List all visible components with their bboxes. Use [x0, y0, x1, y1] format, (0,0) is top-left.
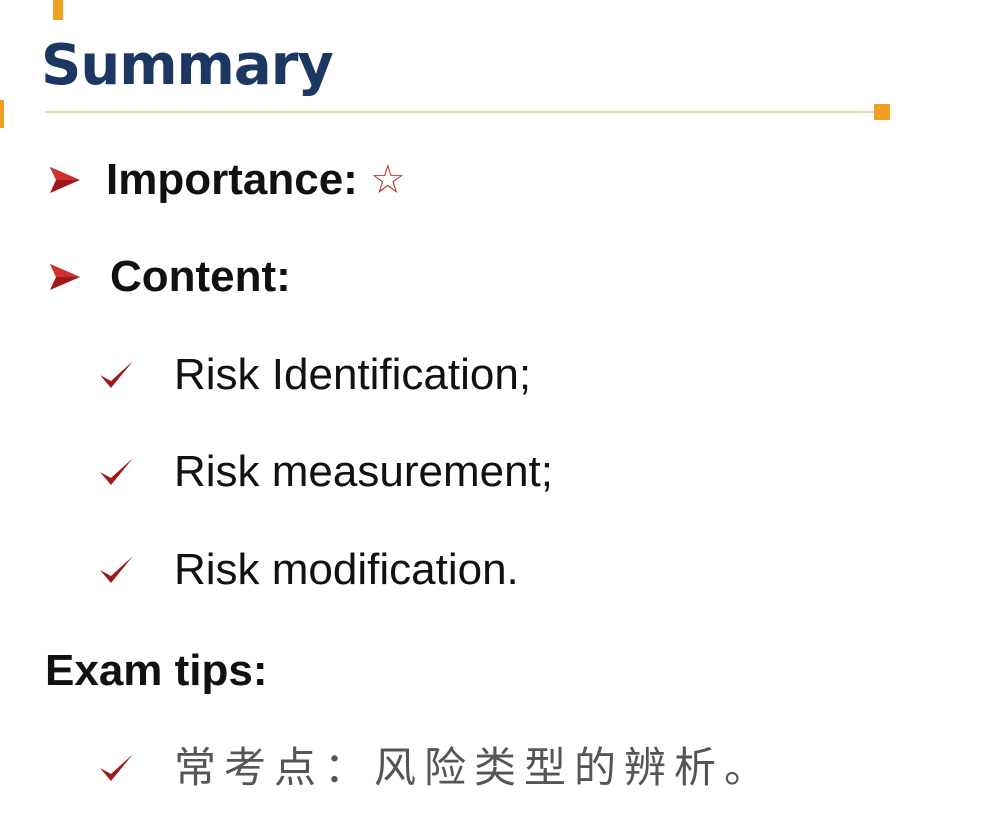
importance-row: Importance: ☆ [48, 152, 406, 208]
list-item: 常考点：风险类型的辨析。 [96, 740, 774, 796]
arrow-bullet-icon [50, 167, 80, 193]
content-row: Content: [48, 249, 291, 305]
title-divider [45, 111, 875, 113]
exam-tip-item: 常考点：风险类型的辨析。 [174, 744, 775, 791]
slide-title: Summary [41, 33, 334, 98]
importance-label: Importance: [106, 155, 358, 204]
check-icon [100, 458, 133, 485]
divider-end-square [874, 104, 890, 120]
content-item: Risk measurement; [174, 447, 554, 496]
exam-tips-label: Exam tips: [45, 646, 268, 695]
left-accent-bar [0, 100, 4, 128]
arrow-bullet-icon [50, 264, 80, 290]
content-item: Risk Identification; [174, 350, 532, 399]
check-icon [100, 754, 133, 781]
list-item: Risk modification. [96, 542, 519, 598]
check-icon [100, 361, 133, 388]
content-item: Risk modification. [174, 545, 519, 594]
list-item: Risk measurement; [96, 444, 553, 500]
content-label: Content: [110, 252, 291, 301]
check-icon [100, 556, 133, 583]
top-accent-bar [53, 0, 63, 20]
star-icon: ☆ [369, 157, 406, 203]
list-item: Risk Identification; [96, 347, 531, 403]
